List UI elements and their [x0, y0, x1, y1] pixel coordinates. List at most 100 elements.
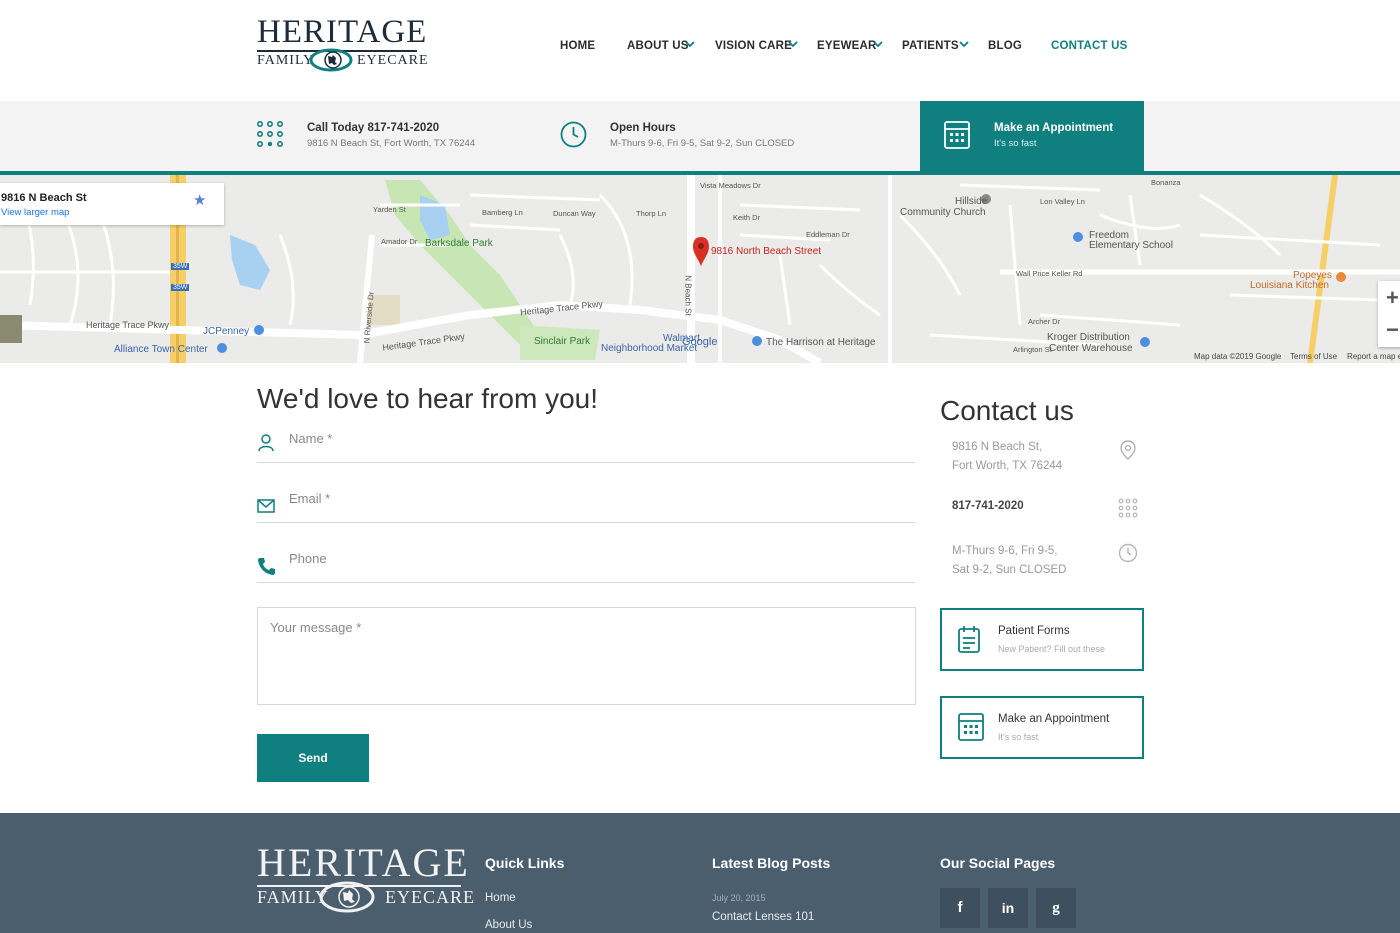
open-hours-title: Open Hours: [610, 122, 676, 134]
info-bar: Call Today 817-741-2020 9816 N Beach St,…: [0, 101, 1400, 172]
nav-about-label: ABOUT US: [627, 40, 689, 52]
map-pin-icon: [1120, 440, 1136, 460]
map-label-jcpenney: JCPenney: [203, 326, 250, 337]
map-label-amador: Amador Dr: [381, 237, 418, 246]
map-data-credit: Map data ©2019 Google: [1194, 352, 1282, 361]
google-plus-icon[interactable]: g: [1036, 888, 1076, 928]
google-map[interactable]: 9816 N Beach St View larger map ★ 9816 N…: [0, 175, 1400, 363]
nav-home[interactable]: HOME: [560, 40, 595, 52]
map-label-archer: Archer Dr: [1028, 317, 1061, 326]
highway-35w-shield-2: 35W: [171, 284, 190, 291]
map-label-vista: Vista Meadows Dr: [700, 181, 761, 190]
footer-link-home[interactable]: Home: [485, 892, 516, 904]
latest-blog-heading: Latest Blog Posts: [712, 855, 831, 871]
nav-blog-label: BLOG: [988, 40, 1023, 52]
contact-hours-line2: Sat 9-2, Sun CLOSED: [952, 564, 1067, 576]
map-label-keith: Keith Dr: [733, 213, 761, 222]
map-label-arlington: Arlington St: [1013, 345, 1052, 354]
nav-contact-us[interactable]: CONTACT US: [1051, 40, 1128, 52]
map-place-card: 9816 N Beach St View larger map ★: [0, 183, 224, 225]
zoom-in-button[interactable]: +: [1386, 285, 1399, 311]
zoom-out-button[interactable]: −: [1386, 317, 1399, 343]
map-label-barksdale: Barksdale Park: [425, 238, 493, 249]
map-label-freedom-school: Elementary School: [1089, 240, 1173, 251]
map-label-popeyes-kitchen: Louisiana Kitchen: [1250, 280, 1329, 291]
eye-logo-icon: [319, 881, 375, 913]
contact-address-line2: Fort Worth, TX 76244: [952, 460, 1063, 472]
side-appointment-sub: It's so fast: [998, 732, 1039, 742]
nav-patients[interactable]: PATIENTS: [902, 40, 969, 52]
nav-home-label: HOME: [560, 40, 596, 52]
map-label-kroger-warehouse: Center Warehouse: [1049, 343, 1133, 354]
clipboard-icon: [958, 626, 980, 653]
nav-about-us[interactable]: ABOUT US: [627, 40, 695, 52]
side-appointment-button[interactable]: Make an Appointment It's so fast: [940, 696, 1144, 759]
map-label-thorp: Thorp Ln: [636, 209, 667, 218]
linkedin-icon[interactable]: in: [988, 888, 1028, 928]
map-card-address: 9816 N Beach St: [1, 192, 87, 204]
map-zoom-controls: + −: [1378, 281, 1400, 347]
map-label-wall-price: Wall Price Keller Rd: [1016, 269, 1083, 278]
contact-phone[interactable]: 817-741-2020: [952, 500, 1024, 512]
facebook-icon[interactable]: f: [940, 888, 980, 928]
map-pin-label: 9816 North Beach Street: [711, 246, 822, 257]
appointment-title: Make an Appointment: [994, 122, 1114, 134]
google-watermark: Google: [682, 336, 718, 348]
nav-blog[interactable]: BLOG: [988, 40, 1022, 52]
open-hours-text: M-Thurs 9-6, Fri 9-5, Sat 9-2, Sun CLOSE…: [610, 138, 795, 149]
eye-logo-icon: [309, 48, 353, 72]
map-report-link[interactable]: Report a map error: [1347, 352, 1400, 361]
nav-vision-care[interactable]: VISION CARE: [715, 40, 798, 52]
site-header: HERITAGE FAMILY EYECARE HOME ABOUT US VI…: [0, 0, 1400, 101]
keypad-icon: [257, 121, 283, 147]
send-button[interactable]: Send: [257, 734, 369, 782]
map-label-lon-valley: Lon Valley Ln: [1040, 197, 1085, 206]
message-textarea[interactable]: Your message *: [257, 607, 916, 705]
envelope-icon: [257, 499, 275, 513]
map-label-heritage-trace: Heritage Trace Pkwy: [86, 320, 170, 330]
footer-link-about[interactable]: About Us: [485, 919, 532, 931]
chevron-down-icon: [959, 41, 969, 48]
site-logo[interactable]: HERITAGE FAMILY EYECARE: [257, 16, 428, 78]
map-label-hillside-church: Community Church: [900, 207, 986, 218]
name-field[interactable]: Name *: [257, 423, 915, 463]
call-today-text[interactable]: Call Today 817-741-2020: [307, 122, 439, 134]
blog-post-link[interactable]: Contact Lenses 101: [712, 911, 814, 923]
blog-post-date: July 20, 2015: [712, 893, 766, 903]
side-appointment-title: Make an Appointment: [998, 713, 1110, 725]
map-label-bamberg: Bamberg Ln: [482, 208, 523, 217]
map-label-n-beach: N Beach St: [683, 275, 693, 316]
phone-field[interactable]: Phone: [257, 543, 915, 583]
chevron-down-icon: [685, 41, 695, 48]
contact-address-line1: 9816 N Beach St,: [952, 441, 1043, 453]
map-label-sinclair: Sinclair Park: [534, 336, 591, 347]
nav-patients-label: PATIENTS: [902, 40, 959, 52]
highway-35w-shield: 35W: [171, 263, 190, 270]
calendar-icon: [944, 121, 970, 149]
view-larger-map-link[interactable]: View larger map: [1, 207, 69, 218]
map-terms-link[interactable]: Terms of Use: [1290, 352, 1337, 361]
nav-vision-label: VISION CARE: [715, 40, 792, 52]
logo-family: FAMILY: [257, 53, 315, 68]
logo-eyecare: EYECARE: [357, 53, 429, 68]
email-placeholder: Email *: [289, 491, 331, 506]
nav-eyewear[interactable]: EYEWEAR: [817, 40, 883, 52]
social-heading: Our Social Pages: [940, 855, 1056, 871]
footer-logo[interactable]: HERITAGE FAMILY EYECARE: [257, 843, 474, 923]
site-footer: HERITAGE FAMILY EYECARE Quick Links Home…: [0, 813, 1400, 933]
map-label-bonanza: Bonanza: [1151, 178, 1181, 187]
patient-forms-button[interactable]: Patient Forms New Patient? Fill out thes…: [940, 608, 1144, 671]
star-icon[interactable]: ★: [193, 191, 206, 209]
nav-eyewear-label: EYEWEAR: [817, 40, 877, 52]
map-label-eddleman: Eddleman Dr: [806, 230, 850, 239]
make-appointment-button[interactable]: Make an Appointment It's so fast: [920, 101, 1144, 172]
address-text: 9816 N Beach St, Fort Worth, TX 76244: [307, 138, 476, 149]
contact-hours-line1: M-Thurs 9-6, Fri 9-5,: [952, 545, 1058, 557]
clock-icon: [1118, 543, 1138, 563]
map-label-hillside: Hillside: [955, 196, 988, 207]
chevron-down-icon: [788, 41, 798, 48]
email-field[interactable]: Email *: [257, 483, 915, 523]
clock-icon: [560, 121, 587, 148]
map-label-kroger: Kroger Distribution: [1047, 332, 1130, 343]
name-placeholder: Name *: [289, 431, 333, 446]
